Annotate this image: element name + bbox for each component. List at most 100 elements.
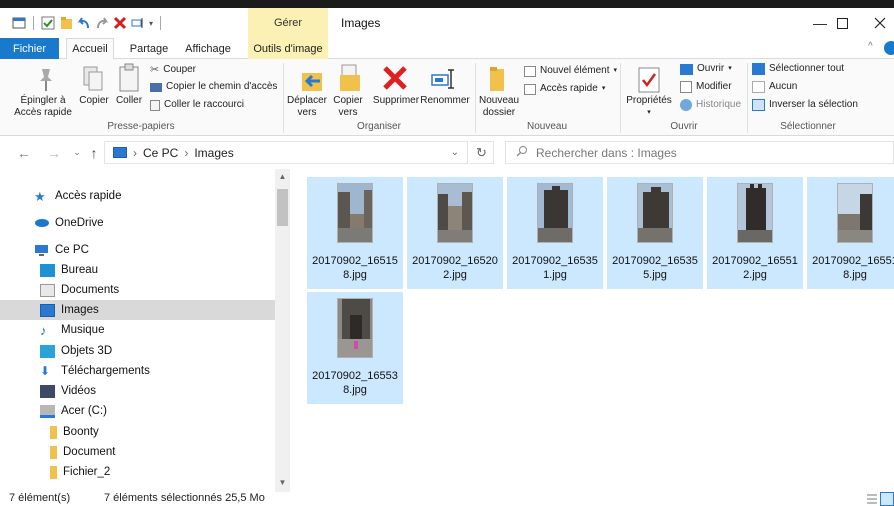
forward-button[interactable]: →: [44, 136, 64, 169]
nav-item-label: Document: [63, 446, 116, 458]
pin-label-1: Épingler à: [20, 95, 66, 106]
recent-locations-chevron-icon[interactable]: ⌄: [70, 136, 84, 169]
nav-item-fichier-2[interactable]: Fichier_2: [0, 462, 275, 482]
paste-shortcut-button[interactable]: Coller le raccourci: [150, 99, 244, 111]
help-icon[interactable]: [884, 41, 894, 55]
documents-icon: [40, 283, 55, 297]
image-thumbnail: [737, 183, 773, 243]
nav-item-videos[interactable]: Vidéos: [0, 381, 275, 401]
file-name-line1: 20170902_16551: [712, 255, 798, 267]
quick-access-toolbar: ▾: [0, 8, 164, 38]
refresh-button[interactable]: ↻: [470, 141, 494, 164]
scrollbar-thumb[interactable]: [277, 189, 288, 226]
redo-icon[interactable]: [95, 16, 109, 30]
nav-item-acces-rapide[interactable]: ★ Accès rapide: [0, 186, 275, 206]
properties-button[interactable]: Propriétés ▾: [624, 95, 674, 119]
undo-icon[interactable]: [77, 16, 91, 30]
group-label-nouveau: Nouveau: [526, 121, 568, 132]
open-button[interactable]: Ouvrir ▾: [680, 63, 732, 75]
file-item[interactable]: 20170902_16551 2.jpg: [707, 177, 803, 289]
history-label: Historique: [696, 99, 742, 110]
history-icon: [680, 99, 692, 111]
nav-item-bureau[interactable]: Bureau: [0, 260, 275, 280]
new-folder-icon[interactable]: [59, 16, 73, 30]
nav-item-acer-c[interactable]: Acer (C:): [0, 401, 275, 421]
copy-button[interactable]: Copier: [76, 95, 112, 107]
tab-affichage[interactable]: Affichage: [180, 38, 236, 59]
select-none-button[interactable]: Aucun: [752, 81, 797, 93]
select-all-button[interactable]: Sélectionner tout: [752, 63, 844, 75]
nav-item-label: Documents: [61, 284, 120, 296]
nav-item-document[interactable]: Document: [0, 442, 275, 462]
breadcrumb-ce-pc[interactable]: Ce PC: [143, 146, 178, 160]
file-item[interactable]: 20170902_16515 8.jpg: [307, 177, 403, 289]
history-button[interactable]: Historique: [680, 99, 741, 111]
nav-item-ce-pc[interactable]: Ce PC: [0, 240, 275, 260]
copy-to-button[interactable]: Copier vers: [330, 95, 366, 119]
edit-button[interactable]: Modifier: [680, 81, 732, 93]
up-button[interactable]: ↑: [86, 136, 102, 169]
nav-item-documents[interactable]: Documents: [0, 280, 275, 300]
contextual-tab-group-label: Gérer: [248, 8, 328, 38]
breadcrumb-images[interactable]: Images: [194, 146, 233, 160]
copy-icon: [82, 65, 104, 96]
status-bar: 7 élément(s) 7 éléments sélectionnés 25,…: [0, 492, 894, 506]
file-item[interactable]: 20170902_16553 8.jpg: [307, 292, 403, 404]
file-item[interactable]: 20170902_16535 5.jpg: [607, 177, 703, 289]
folder-icon: [50, 425, 57, 439]
nav-item-onedrive[interactable]: OneDrive: [0, 213, 275, 233]
copy-path-label: Copier le chemin d'accès: [166, 81, 278, 92]
search-box[interactable]: Rechercher dans : Images: [505, 141, 894, 164]
image-thumbnail: [537, 183, 573, 243]
address-dropdown-chevron-icon[interactable]: ⌄: [451, 147, 459, 158]
pin-quick-access-button[interactable]: Épingler à Accès rapide: [2, 95, 84, 119]
file-item[interactable]: 20170902_16535 1.jpg: [507, 177, 603, 289]
nav-scrollbar[interactable]: ▲ ▼: [275, 169, 290, 492]
group-label-organiser: Organiser: [357, 121, 401, 132]
nav-item-label: Musique: [61, 324, 105, 336]
tab-accueil[interactable]: Accueil: [66, 38, 114, 60]
window-menu-icon[interactable]: [12, 16, 26, 30]
tab-partage[interactable]: Partage: [124, 38, 174, 59]
scroll-down-arrow-icon[interactable]: ▼: [275, 475, 290, 489]
details-view-icon[interactable]: [866, 493, 878, 506]
properties-check-icon[interactable]: [41, 16, 55, 30]
nav-item-telechargements[interactable]: ⬇ Téléchargements: [0, 361, 275, 381]
copy-path-button[interactable]: Copier le chemin d'accès: [150, 81, 277, 93]
delete-x-icon[interactable]: [113, 16, 127, 30]
file-item[interactable]: 20170902_16551 8.jpg: [807, 177, 894, 289]
new-folder-button[interactable]: Nouveau dossier: [478, 95, 520, 119]
delete-button[interactable]: Supprimer: [370, 95, 422, 107]
back-button[interactable]: ←: [14, 136, 34, 169]
nav-item-label: Vidéos: [61, 385, 96, 397]
nav-item-musique[interactable]: ♪ Musique: [0, 320, 275, 340]
new-item-button[interactable]: Nouvel élément ▾: [524, 65, 617, 77]
file-name-line1: 20170902_16535: [512, 255, 598, 267]
tab-fichier[interactable]: Fichier: [0, 38, 59, 59]
qat-customize-chevron-icon[interactable]: ▾: [149, 19, 153, 28]
file-item[interactable]: 20170902_16520 2.jpg: [407, 177, 503, 289]
qat-separator: [160, 16, 162, 30]
nav-item-objets-3d[interactable]: Objets 3D: [0, 341, 275, 361]
easy-access-button[interactable]: Accès rapide ▾: [524, 83, 605, 95]
ribbon-collapse-chevron-icon[interactable]: ^: [868, 41, 873, 52]
file-name: 20170902_16553 8.jpg: [309, 369, 401, 397]
nav-item-images[interactable]: Images: [0, 300, 275, 320]
group-separator: [620, 63, 621, 133]
paste-button[interactable]: Coller: [114, 95, 144, 107]
tab-outils-image[interactable]: Outils d'image: [248, 38, 328, 59]
large-icons-view-icon[interactable]: [880, 492, 894, 506]
invert-selection-button[interactable]: Inverser la sélection: [752, 99, 858, 111]
cut-button[interactable]: ✂ Couper: [150, 64, 196, 76]
nav-item-boonty[interactable]: Boonty: [0, 422, 275, 442]
rename-icon[interactable]: [131, 16, 145, 30]
close-button[interactable]: [858, 8, 894, 38]
move-to-button[interactable]: Déplacer vers: [286, 95, 328, 119]
rename-button[interactable]: Renommer: [420, 95, 470, 107]
properties-label: Propriétés: [626, 95, 672, 106]
nav-item-label: Accès rapide: [55, 190, 122, 202]
file-name-line1: 20170902_16520: [412, 255, 498, 267]
scroll-up-arrow-icon[interactable]: ▲: [275, 169, 290, 183]
address-bar[interactable]: › Ce PC › Images ⌄: [104, 141, 468, 164]
qat-separator: [33, 16, 34, 30]
